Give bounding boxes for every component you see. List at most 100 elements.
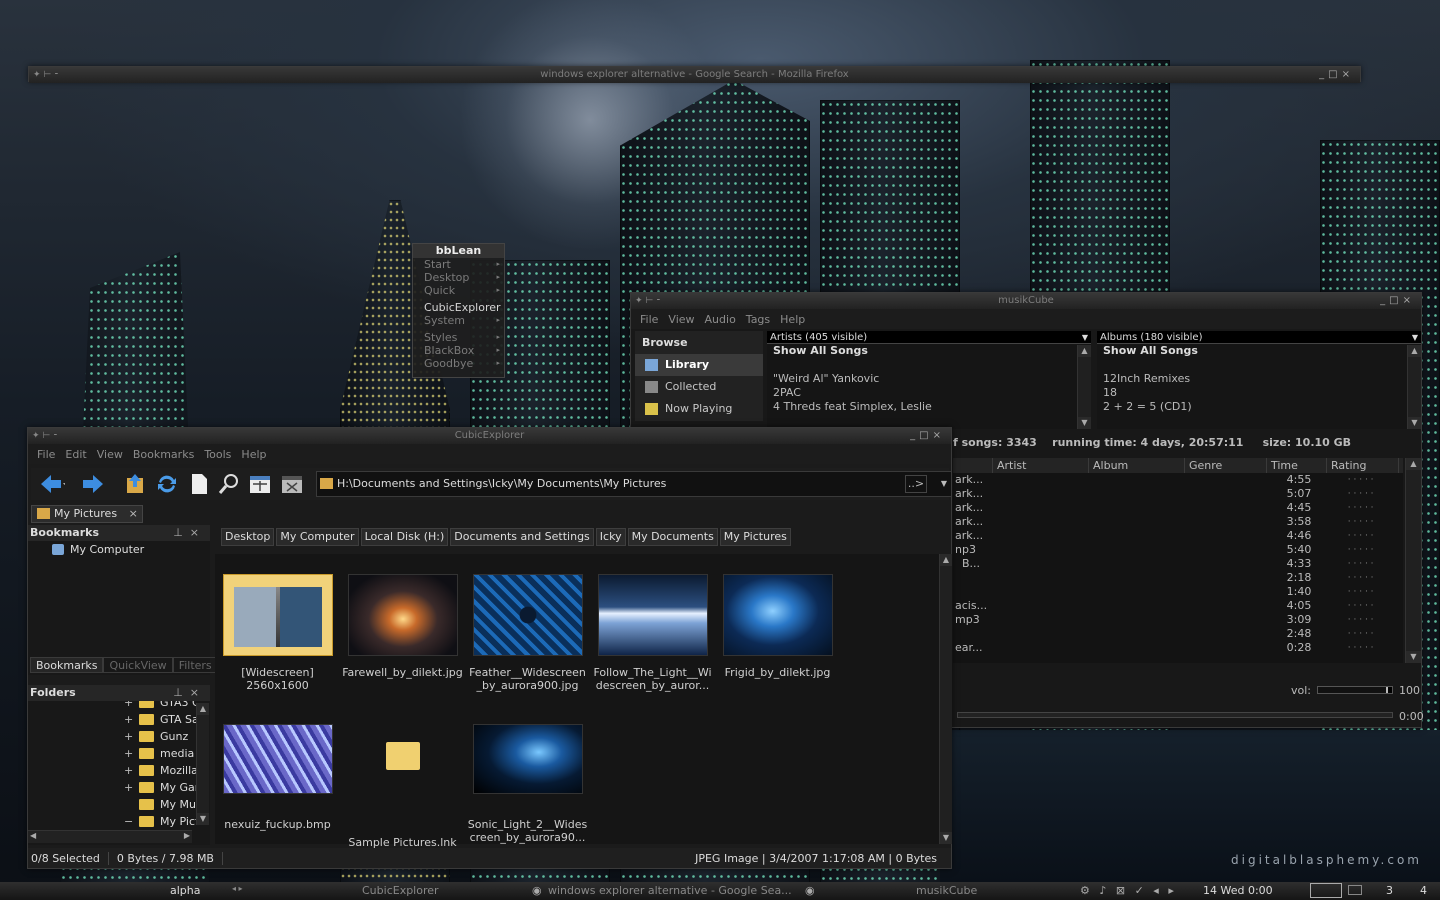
folders-hscrollbar[interactable]: ◀ ▶: [28, 830, 192, 843]
song-row[interactable]: ark... 4:45 · · · · ·: [953, 501, 1403, 515]
scroll-right-icon[interactable]: ▶: [184, 831, 190, 840]
close-window-icon[interactable]: [279, 472, 303, 496]
pager-desk-active[interactable]: [1310, 883, 1342, 898]
new-window-icon[interactable]: [247, 472, 271, 496]
scroll-up-icon[interactable]: ▲: [940, 554, 952, 566]
thumbnail-item[interactable]: Sonic_Light_2__Wides creen_by_aurora90..…: [465, 724, 590, 844]
song-row[interactable]: ear... 0:28 · · · · ·: [953, 641, 1403, 655]
scroll-up-icon[interactable]: ▲: [197, 703, 209, 715]
expand-icon[interactable]: +: [124, 728, 133, 745]
song-row[interactable]: np3 5:40 · · · · ·: [953, 543, 1403, 557]
forward-arrow-icon[interactable]: [81, 472, 105, 496]
song-row[interactable]: ark... 4:46 · · · · ·: [953, 529, 1403, 543]
scroll-left-icon[interactable]: ◀: [30, 831, 36, 840]
menu-view[interactable]: View: [663, 313, 699, 326]
up-folder-icon[interactable]: [123, 472, 147, 496]
song-row[interactable]: ark... 3:58 · · · · ·: [953, 515, 1403, 529]
breadcrumb-item[interactable]: Desktop: [221, 528, 275, 546]
task-firefox[interactable]: windows explorer alternative - Google Se…: [548, 884, 792, 897]
menu-file[interactable]: File: [635, 313, 663, 326]
menu-tools[interactable]: Tools: [199, 448, 236, 461]
rating-stars[interactable]: · · · · ·: [1344, 473, 1403, 487]
albums-show-all[interactable]: Show All Songs: [1097, 344, 1421, 358]
rating-stars[interactable]: · · · · ·: [1344, 487, 1403, 501]
pin-close-icon[interactable]: ⊥×: [173, 525, 206, 541]
thumbnail-item[interactable]: Feather__Widescreen _by_aurora900.jpg: [465, 574, 590, 692]
folder-tree-item[interactable]: + GTA3 G: [28, 701, 196, 711]
scroll-down-icon[interactable]: ▼: [1408, 417, 1421, 429]
song-row[interactable]: 1:40 · · · · ·: [953, 585, 1403, 599]
bblean-menu-item[interactable]: Start ▸: [413, 258, 504, 271]
rating-stars[interactable]: · · · · ·: [1344, 599, 1403, 613]
rating-stars[interactable]: · · · · ·: [1344, 529, 1403, 543]
rating-stars[interactable]: · · · · ·: [1344, 613, 1403, 627]
thumbnail-item[interactable]: [Widescreen] 2560x1600: [215, 574, 340, 692]
bblean-menu-item[interactable]: Desktop ▸: [413, 271, 504, 284]
menu-view[interactable]: View: [92, 448, 128, 461]
window-controls-right[interactable]: _□×: [910, 428, 945, 444]
window-controls-right[interactable]: _□×: [1380, 293, 1415, 309]
folder-tree-item[interactable]: + Mozilla: [28, 762, 196, 779]
artists-item[interactable]: "Weird Al" Yankovic: [767, 372, 1091, 386]
window-controls-left[interactable]: ✦ ⊢ ⁃: [635, 293, 661, 309]
window-controls-left[interactable]: ✦ ⊢ ⁃: [33, 67, 59, 83]
expand-icon[interactable]: +: [124, 711, 133, 728]
breadcrumb-item[interactable]: My Computer: [276, 528, 359, 546]
folder-tree-item[interactable]: + GTA Sa: [28, 711, 196, 728]
firefox-window[interactable]: ✦ ⊢ ⁃ windows explorer alternative - Goo…: [28, 66, 1361, 83]
column-artist[interactable]: Artist: [993, 458, 1089, 473]
artists-item[interactable]: 2PAC: [767, 386, 1091, 400]
menu-audio[interactable]: Audio: [700, 313, 741, 326]
albums-item[interactable]: 12Inch Remixes: [1097, 372, 1421, 386]
artists-show-all[interactable]: Show All Songs: [767, 344, 1091, 358]
scroll-down-icon[interactable]: ▼: [1078, 417, 1091, 429]
artists-scrollbar[interactable]: ▲ ▼: [1077, 345, 1091, 429]
folder-tree-item[interactable]: + Gunz: [28, 728, 196, 745]
tab-my-pictures[interactable]: My Pictures ×: [31, 505, 143, 523]
song-row[interactable]: 2:48 · · · · ·: [953, 627, 1403, 641]
panel-tab-filters[interactable]: Filters: [172, 657, 218, 673]
close-icon[interactable]: ×: [129, 507, 138, 520]
menu-file[interactable]: File: [32, 448, 60, 461]
tray-icons[interactable]: ⚙ ♪ ⊠ ✓ ◂ ▸: [1080, 884, 1177, 897]
window-controls-left[interactable]: ✦ ⊢ ⁃: [32, 428, 58, 444]
thumbnail-item[interactable]: Farewell_by_dilekt.jpg: [340, 574, 465, 679]
song-row[interactable]: ark... 5:07 · · · · ·: [953, 487, 1403, 501]
song-row[interactable]: B... 4:33 · · · · ·: [953, 557, 1403, 571]
task-cubicexplorer[interactable]: CubicExplorer: [362, 884, 439, 897]
song-row[interactable]: acis... 4:05 · · · · ·: [953, 599, 1403, 613]
albums-item[interactable]: 2 + 2 = 5 (CD1): [1097, 400, 1421, 414]
artists-header[interactable]: Artists (405 visible) ▼: [767, 331, 1091, 344]
column-time[interactable]: Time: [1267, 458, 1327, 473]
bblean-menu-item[interactable]: Goodbye ▸: [413, 357, 504, 370]
column-genre[interactable]: Genre: [1185, 458, 1267, 473]
panel-tab-bookmarks[interactable]: Bookmarks: [30, 657, 104, 673]
rating-stars[interactable]: · · · · ·: [1344, 641, 1403, 655]
breadcrumb-item[interactable]: Icky: [595, 528, 626, 546]
folder-tree-item[interactable]: + media: [28, 745, 196, 762]
expand-icon[interactable]: +: [124, 745, 133, 762]
expand-icon[interactable]: −: [124, 813, 133, 830]
bblean-menu-item[interactable]: Styles ▸: [413, 331, 504, 344]
bblean-menu-item[interactable]: CubicExplorer: [413, 301, 504, 314]
menu-help[interactable]: Help: [236, 448, 271, 461]
folder-tree-item[interactable]: + My Gar: [28, 779, 196, 796]
bookmark-my-computer[interactable]: My Computer: [28, 541, 210, 559]
pager-desk-4[interactable]: 4: [1420, 884, 1427, 897]
breadcrumb-item[interactable]: Documents and Settings: [450, 528, 594, 546]
browse-item-now-playing[interactable]: Now Playing: [635, 398, 763, 420]
song-row[interactable]: ark... 4:55 · · · · ·: [953, 473, 1403, 487]
bblean-menu-item[interactable]: System ▸: [413, 314, 504, 327]
panel-tab-quickview[interactable]: QuickView: [103, 657, 173, 673]
scroll-up-icon[interactable]: ▲: [1078, 345, 1091, 357]
thumbnail-view[interactable]: [Widescreen] 2560x1600 Farewell_by_dilekt…: [215, 554, 940, 849]
browse-item-collected[interactable]: Collected: [635, 376, 763, 398]
menu-edit[interactable]: Edit: [60, 448, 91, 461]
thumbnail-item[interactable]: Sample Pictures.lnk: [340, 724, 465, 849]
back-arrow-icon[interactable]: [39, 472, 66, 496]
song-scrollbar[interactable]: ▲ ▼: [1405, 458, 1421, 663]
thumbnail-item[interactable]: Frigid_by_dilekt.jpg: [715, 574, 840, 679]
scroll-down-icon[interactable]: ▼: [197, 813, 209, 825]
workspace-name[interactable]: alpha: [170, 884, 201, 897]
chevron-down-icon[interactable]: ▼: [941, 472, 947, 496]
